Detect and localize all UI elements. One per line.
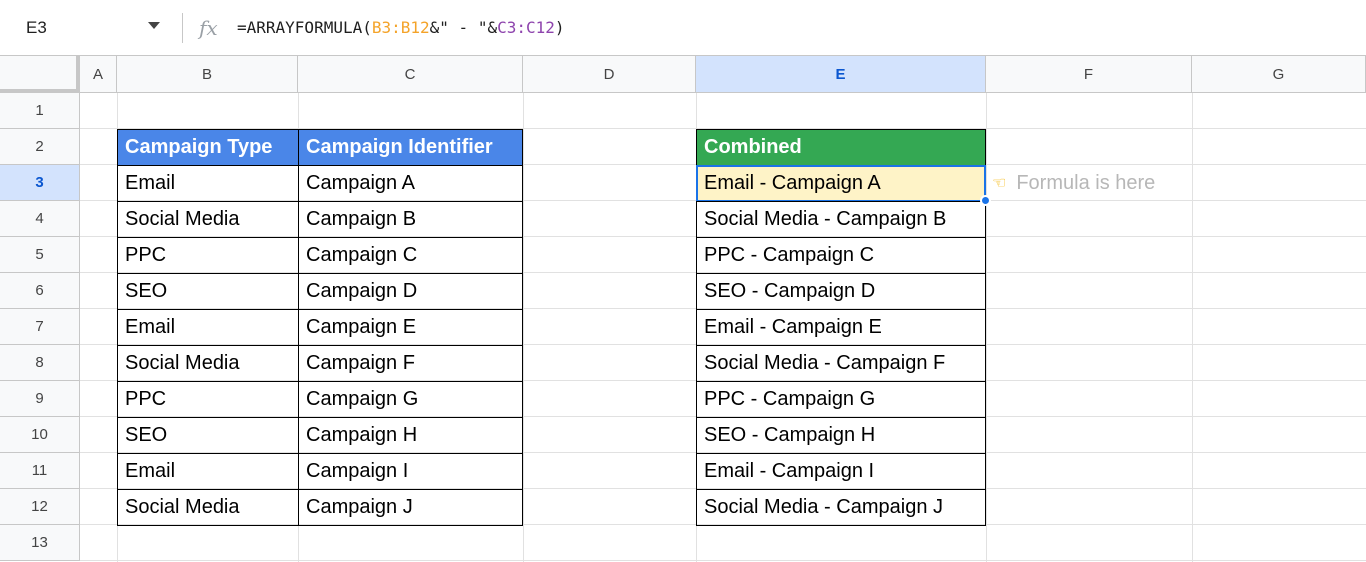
- combined-cell[interactable]: Social Media - Campaign F: [696, 345, 986, 382]
- row-header-7[interactable]: 7: [0, 309, 80, 345]
- row-header-12[interactable]: 12: [0, 489, 80, 525]
- gridline-horizontal: [80, 560, 1366, 561]
- row-header-9[interactable]: 9: [0, 381, 80, 417]
- campaign-identifier-cell[interactable]: Campaign C: [298, 237, 523, 274]
- chevron-down-icon[interactable]: [148, 21, 160, 29]
- fx-icon: fx: [199, 15, 218, 40]
- formula-bar: E3 fx =ARRAYFORMULA(B3:B12&" - "&C3:C12): [0, 0, 1366, 56]
- campaign-type-cell[interactable]: SEO: [117, 273, 299, 310]
- spreadsheet-grid[interactable]: A B C D E F G 1 2 3 4 5 6 7 8 9 10 11 12 13 Campaign Type Cam…: [0, 56, 1366, 562]
- fill-handle[interactable]: [980, 195, 991, 206]
- campaign-identifier-cell[interactable]: Campaign D: [298, 273, 523, 310]
- campaign-type-cell[interactable]: Social Media: [117, 201, 299, 238]
- combined-cell[interactable]: Social Media - Campaign B: [696, 201, 986, 238]
- campaign-identifier-cell[interactable]: Campaign I: [298, 453, 523, 490]
- row-header-4[interactable]: 4: [0, 201, 80, 237]
- campaign-identifier-cell[interactable]: Campaign F: [298, 345, 523, 382]
- row-header-8[interactable]: 8: [0, 345, 80, 381]
- combined-cell[interactable]: PPC - Campaign G: [696, 381, 986, 418]
- column-header-a[interactable]: A: [80, 56, 117, 93]
- formula-suffix: ): [554, 18, 565, 37]
- campaign-type-cell[interactable]: Social Media: [117, 345, 299, 382]
- column-header-c[interactable]: C: [298, 56, 523, 93]
- header-combined[interactable]: Combined: [696, 129, 986, 166]
- name-box-value: E3: [26, 17, 47, 37]
- row-header-10[interactable]: 10: [0, 417, 80, 453]
- formula-input[interactable]: =ARRAYFORMULA(B3:B12&" - "&C3:C12): [237, 18, 565, 37]
- pointing-hand-icon: ☜: [992, 175, 1007, 192]
- formula-range-1: B3:B12: [371, 18, 430, 37]
- row-header-3[interactable]: 3: [0, 165, 80, 201]
- column-header-b[interactable]: B: [117, 56, 298, 93]
- campaign-type-cell[interactable]: Social Media: [117, 489, 299, 526]
- column-header-d[interactable]: D: [523, 56, 696, 93]
- campaign-type-cell[interactable]: PPC: [117, 381, 299, 418]
- formula-note: ☜ Formula is here: [992, 165, 1155, 201]
- formula-range-2: C3:C12: [497, 18, 555, 37]
- header-campaign-type[interactable]: Campaign Type: [117, 129, 299, 166]
- combined-cell[interactable]: Email - Campaign E: [696, 309, 986, 346]
- header-campaign-identifier[interactable]: Campaign Identifier: [298, 129, 523, 166]
- combined-cell[interactable]: SEO - Campaign D: [696, 273, 986, 310]
- column-header-f[interactable]: F: [986, 56, 1192, 93]
- combined-cell[interactable]: SEO - Campaign H: [696, 417, 986, 454]
- campaign-identifier-cell[interactable]: Campaign A: [298, 165, 523, 202]
- row-header-2[interactable]: 2: [0, 129, 80, 165]
- formula-bar-divider: [182, 12, 183, 43]
- campaign-type-cell[interactable]: Email: [117, 165, 299, 202]
- campaign-type-cell[interactable]: SEO: [117, 417, 299, 454]
- column-header-e[interactable]: E: [696, 56, 986, 93]
- combined-cell[interactable]: PPC - Campaign C: [696, 237, 986, 274]
- campaign-identifier-cell[interactable]: Campaign G: [298, 381, 523, 418]
- formula-prefix: =ARRAYFORMULA(: [237, 18, 372, 37]
- campaign-type-cell[interactable]: PPC: [117, 237, 299, 274]
- select-all-corner[interactable]: [0, 56, 80, 93]
- row-header-13[interactable]: 13: [0, 525, 80, 561]
- formula-note-text: Formula is here: [1016, 171, 1156, 194]
- row-header-11[interactable]: 11: [0, 453, 80, 489]
- campaign-type-cell[interactable]: Email: [117, 309, 299, 346]
- name-box[interactable]: E3: [0, 8, 170, 48]
- combined-cell[interactable]: Email - Campaign I: [696, 453, 986, 490]
- combined-cell[interactable]: Social Media - Campaign J: [696, 489, 986, 526]
- column-header-g[interactable]: G: [1192, 56, 1366, 93]
- row-header-1[interactable]: 1: [0, 93, 80, 129]
- row-header-5[interactable]: 5: [0, 237, 80, 273]
- campaign-identifier-cell[interactable]: Campaign E: [298, 309, 523, 346]
- formula-middle: &" - "&: [429, 18, 498, 37]
- campaign-identifier-cell[interactable]: Campaign J: [298, 489, 523, 526]
- campaign-identifier-cell[interactable]: Campaign H: [298, 417, 523, 454]
- campaign-type-cell[interactable]: Email: [117, 453, 299, 490]
- active-cell-e3[interactable]: Email - Campaign A: [696, 165, 986, 202]
- campaign-identifier-cell[interactable]: Campaign B: [298, 201, 523, 238]
- row-header-6[interactable]: 6: [0, 273, 80, 309]
